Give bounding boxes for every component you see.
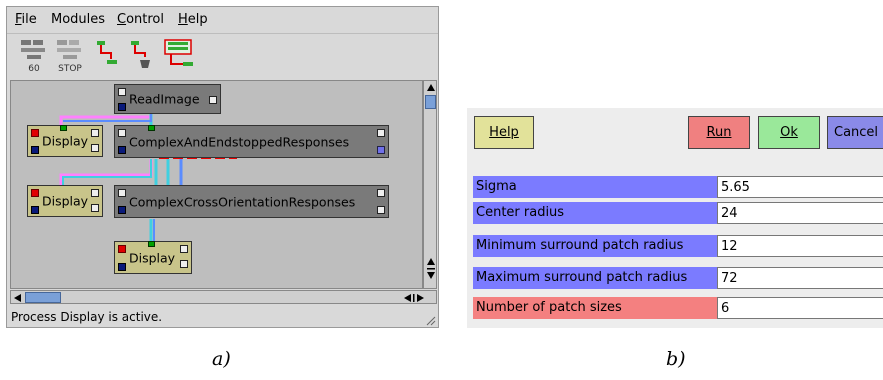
port-param[interactable]: [209, 96, 217, 104]
param-value-input[interactable]: 72: [717, 267, 883, 289]
module-display-1[interactable]: Display: [27, 125, 103, 157]
caption-b: b): [666, 348, 686, 370]
port-param[interactable]: [377, 206, 385, 214]
port-param[interactable]: [377, 146, 385, 154]
module-display-2[interactable]: Display: [27, 185, 103, 217]
toolbar-stop-label: STOP: [58, 64, 82, 74]
port-param[interactable]: [377, 189, 385, 197]
help-button[interactable]: Help: [474, 116, 534, 149]
port-input[interactable]: [60, 125, 67, 131]
param-row: Maximum surround patch radius 72: [473, 267, 883, 291]
module-label: Display: [42, 193, 89, 209]
menu-help[interactable]: Help: [178, 12, 208, 27]
toolbar-delete-button[interactable]: [127, 38, 157, 74]
param-value-input[interactable]: 6: [717, 297, 883, 319]
network-icon: [21, 40, 45, 59]
port-param[interactable]: [377, 129, 385, 137]
param-label: Sigma: [473, 176, 717, 198]
ok-button-label: Ok: [780, 125, 798, 140]
port-param[interactable]: [91, 189, 99, 197]
module-label: Display: [42, 133, 89, 149]
param-value-input[interactable]: 24: [717, 202, 883, 224]
port-status: [118, 206, 126, 214]
status-text: Process Display is active.: [11, 310, 163, 324]
toolbar-stop-button[interactable]: STOP: [55, 38, 85, 74]
horizontal-scrollbar[interactable]: [10, 290, 437, 304]
help-button-label: Help: [489, 125, 519, 140]
caption-a: a): [212, 348, 231, 370]
param-value-input[interactable]: 5.65: [717, 176, 883, 198]
port-status: [31, 206, 39, 214]
param-row: Center radius 24: [473, 202, 883, 226]
run-button[interactable]: Run: [688, 116, 750, 149]
menu-file[interactable]: File: [15, 12, 37, 27]
connect-icon: [97, 41, 117, 64]
menu-control[interactable]: Control: [117, 12, 164, 27]
module-label: ComplexAndEndstoppedResponses: [129, 134, 350, 149]
port-in[interactable]: [118, 189, 126, 197]
scroll-right-arrow-icon[interactable]: [403, 293, 425, 303]
param-label: Center radius: [473, 202, 717, 224]
menu-bar: File Modules Control Help: [7, 7, 438, 31]
port-in[interactable]: [118, 88, 126, 96]
port-param[interactable]: [91, 204, 99, 212]
scroll-left-arrow-icon[interactable]: [13, 293, 23, 303]
port-in[interactable]: [118, 129, 126, 137]
port-input[interactable]: [148, 125, 155, 131]
port-error: [118, 245, 126, 253]
module-complex-cross-orientation[interactable]: ComplexCrossOrientationResponses: [114, 185, 389, 218]
port-status: [118, 263, 126, 271]
port-input[interactable]: [148, 241, 155, 247]
port-status: [118, 103, 126, 111]
module-complex-endstopped[interactable]: ComplexAndEndstoppedResponses: [114, 125, 389, 158]
param-label: Minimum surround patch radius: [473, 235, 717, 257]
parameter-dialog: Help Run Ok Cancel Sigma 5.65 Center radiu…: [467, 108, 883, 328]
vertical-scrollbar[interactable]: [423, 80, 437, 289]
param-row: Sigma 5.65: [473, 176, 883, 200]
module-label: ReadImage: [129, 91, 200, 107]
vertical-scroll-thumb[interactable]: [425, 95, 436, 109]
toolbar-60-label: 60: [28, 64, 40, 74]
module-display-3[interactable]: Display: [114, 241, 192, 274]
module-network-window: File Modules Control Help 60 STOP ReadIm…: [6, 6, 439, 328]
toolbar-connect-button[interactable]: [93, 38, 123, 74]
param-label: Number of patch sizes: [473, 297, 717, 319]
param-label: Maximum surround patch radius: [473, 267, 717, 289]
port-param[interactable]: [91, 144, 99, 152]
port-status: [118, 146, 126, 154]
resize-grip-icon[interactable]: [425, 315, 436, 326]
port-param[interactable]: [91, 129, 99, 137]
toolbar-layout-button[interactable]: [163, 38, 193, 74]
param-value-input[interactable]: 12: [717, 235, 883, 257]
port-error: [31, 189, 39, 197]
port-error: [31, 129, 39, 137]
status-bar: Process Display is active.: [9, 306, 436, 326]
run-button-label: Run: [706, 125, 732, 140]
param-row: Number of patch sizes 6: [473, 297, 883, 321]
module-label: ComplexCrossOrientationResponses: [129, 194, 356, 209]
cancel-button-label: Cancel: [834, 125, 879, 140]
module-label: Display: [129, 250, 176, 265]
param-row: Minimum surround patch radius 12: [473, 235, 883, 259]
port-param[interactable]: [180, 260, 188, 268]
horizontal-scroll-thumb[interactable]: [25, 292, 61, 303]
scroll-up-arrow-icon[interactable]: [426, 83, 436, 93]
port-param[interactable]: [180, 245, 188, 253]
layout-icon: [164, 39, 193, 66]
scroll-down-arrow-icon[interactable]: [426, 257, 436, 285]
toolbar-run-60-button[interactable]: 60: [19, 38, 49, 74]
port-status: [31, 146, 39, 154]
network-grey-icon: [57, 40, 81, 59]
network-canvas[interactable]: ReadImage Display ComplexAndEndstoppedRe…: [10, 80, 423, 289]
module-readimage[interactable]: ReadImage: [114, 84, 221, 114]
delete-icon: [131, 41, 150, 68]
toolbar: 60 STOP: [7, 33, 438, 77]
menu-modules[interactable]: Modules: [51, 12, 105, 27]
ok-button[interactable]: Ok: [758, 116, 820, 149]
cancel-button[interactable]: Cancel: [827, 116, 883, 149]
